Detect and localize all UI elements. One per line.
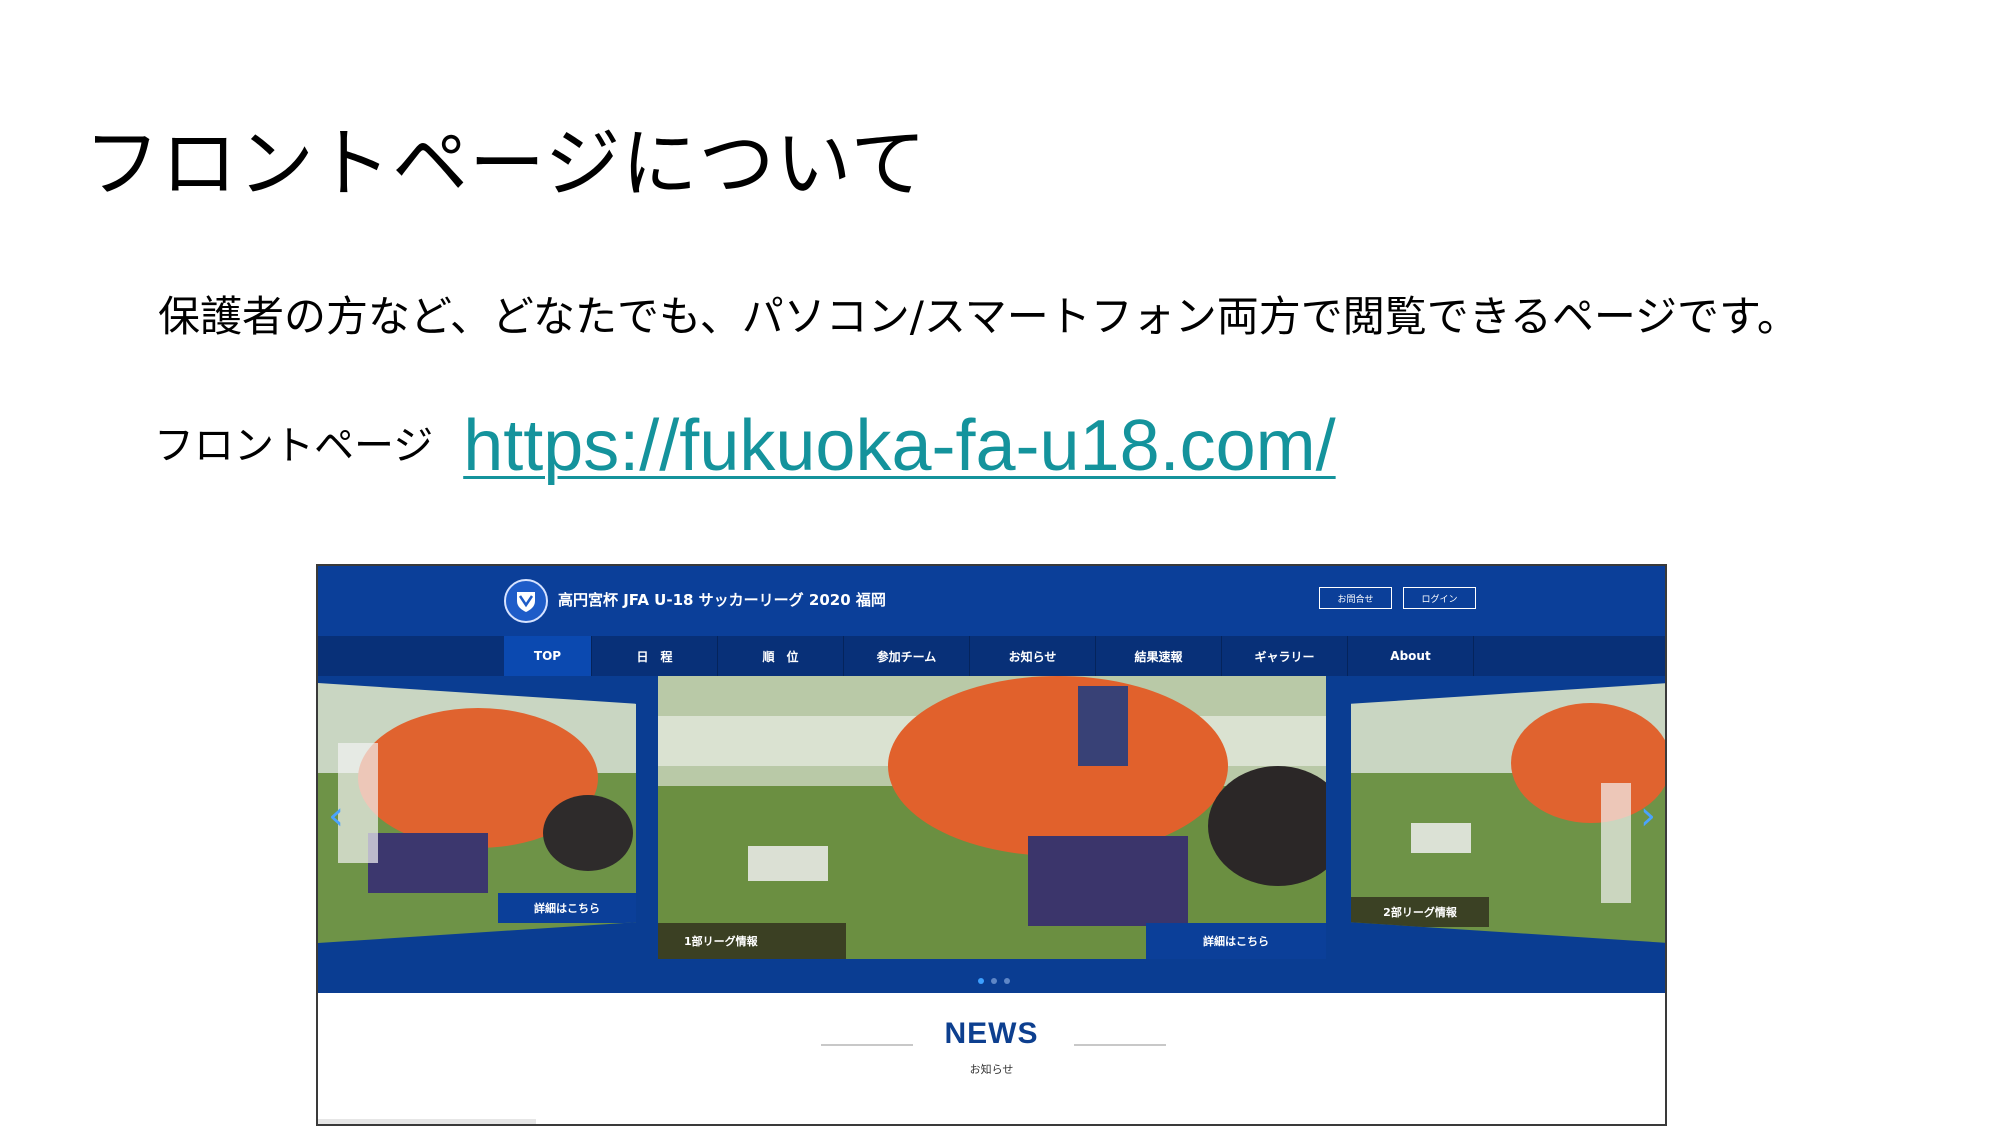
nav-item-schedule[interactable]: 日 程 (592, 636, 718, 676)
carousel-dot-2[interactable] (991, 978, 997, 984)
carousel-slide-right[interactable]: 2部リーグ情報 (1351, 683, 1665, 943)
soccer-photo-center (658, 676, 1326, 959)
login-button[interactable]: ログイン (1403, 587, 1476, 609)
nav-item-results[interactable]: 結果速報 (1096, 636, 1222, 676)
carousel-league2-caption[interactable]: 2部リーグ情報 (1351, 897, 1489, 927)
carousel-left-caption[interactable]: 詳細はこちら (498, 893, 636, 923)
nav-item-gallery[interactable]: ギャラリー (1222, 636, 1348, 676)
shield-icon (517, 592, 535, 612)
site-header: 高円宮杯 JFA U-18 サッカーリーグ 2020 福岡 お問合せ ログイン (318, 566, 1665, 636)
nav-item-news[interactable]: お知らせ (970, 636, 1096, 676)
league-logo-icon[interactable] (504, 579, 548, 623)
site-nav: TOP 日 程 順 位 参加チーム お知らせ 結果速報 ギャラリー About (318, 636, 1665, 676)
news-subheading: お知らせ (969, 1063, 1014, 1076)
slide-title: フロントページについて (84, 119, 928, 208)
hero-carousel: 詳細はこちら 1部リーグ情報 詳細はこちら 2部リーグ情報 ‹ › (318, 676, 1665, 993)
nav-item-teams[interactable]: 参加チーム (844, 636, 970, 676)
front-page-label: フロントページ (154, 423, 434, 469)
nav-item-standings[interactable]: 順 位 (718, 636, 844, 676)
front-page-link-row: フロントページ https://fukuoka-fa-u18.com/ (154, 410, 1336, 482)
carousel-league1-caption[interactable]: 1部リーグ情報 (658, 923, 846, 959)
nav-item-about[interactable]: About (1348, 636, 1474, 676)
carousel-prev-arrow[interactable]: ‹ (328, 796, 344, 836)
news-heading: NEWS (944, 1017, 1039, 1050)
carousel-slide-center[interactable]: 1部リーグ情報 詳細はこちら (658, 676, 1326, 959)
carousel-detail-caption[interactable]: 詳細はこちら (1146, 923, 1326, 959)
carousel-dot-3[interactable] (1004, 978, 1010, 984)
slide-description: 保護者の方など、どなたでも、パソコン/スマートフォン両方で閲覧できるページです。 (158, 292, 1799, 341)
website-screenshot: 高円宮杯 JFA U-18 サッカーリーグ 2020 福岡 お問合せ ログイン … (316, 564, 1667, 1126)
carousel-next-arrow[interactable]: › (1640, 796, 1656, 836)
front-page-link[interactable]: https://fukuoka-fa-u18.com/ (463, 410, 1335, 482)
site-title[interactable]: 高円宮杯 JFA U-18 サッカーリーグ 2020 福岡 (558, 589, 886, 610)
nav-item-top[interactable]: TOP (504, 636, 592, 676)
contact-button[interactable]: お問合せ (1319, 587, 1392, 609)
news-section: NEWS お知らせ (318, 993, 1665, 1124)
carousel-dot-1[interactable] (978, 978, 984, 984)
carousel-slide-left[interactable]: 詳細はこちら (318, 683, 636, 943)
